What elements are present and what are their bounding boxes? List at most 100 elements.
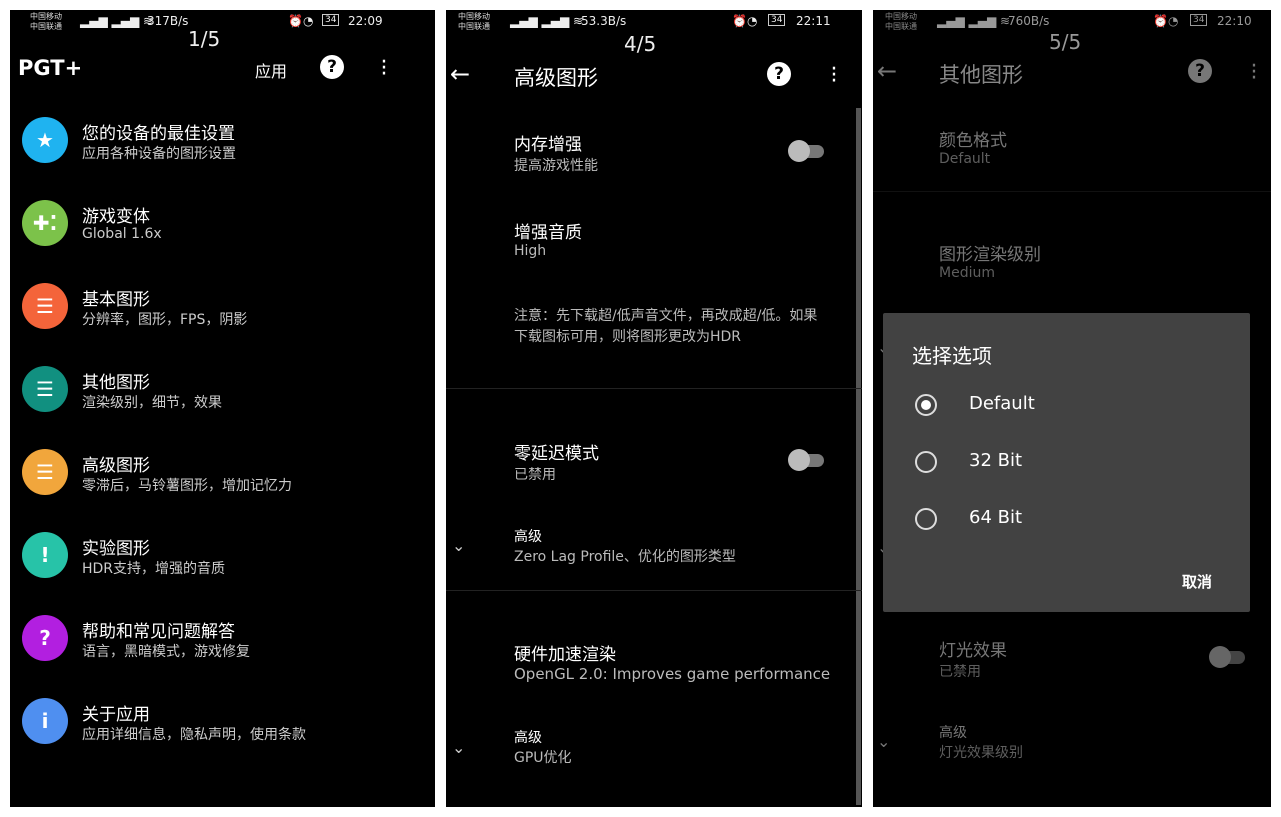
setting-subtitle: High bbox=[514, 243, 547, 259]
page-title: 高级图形 bbox=[514, 66, 598, 90]
scrollbar[interactable] bbox=[856, 108, 861, 805]
menu-item[interactable]: ★ 您的设备的最佳设置 应用各种设备的图形设置 bbox=[22, 117, 422, 177]
carrier-2: 中国联通 bbox=[458, 22, 490, 31]
help-icon[interactable]: ? bbox=[320, 55, 344, 79]
menu-item-subtitle: 语言，黑暗模式，游戏修复 bbox=[82, 644, 250, 660]
more-options-icon[interactable]: · · · bbox=[830, 59, 838, 93]
screen-advanced-graphics: 中国移动 中国联通 ▂▄▆ ▂▄▆ ≋ 53.3B/s ⏰◔ 34 22:11 4… bbox=[446, 10, 862, 807]
menu-item[interactable]: ☰ 基本图形 分辨率，图形，FPS，阴影 bbox=[22, 283, 422, 343]
setting-sound-quality[interactable]: 增强音质 High bbox=[514, 218, 582, 259]
menu-item-subtitle: 应用详细信息，隐私声明，使用条款 bbox=[82, 727, 306, 743]
clock: 22:10 bbox=[1217, 14, 1252, 28]
status-carriers: 中国移动 中国联通 bbox=[30, 12, 62, 32]
apply-button[interactable]: 应用 bbox=[255, 58, 287, 82]
note-text: 注意：先下载超/低声音文件，再改成超/低。如果下载图标可用，则将图形更改为HDR bbox=[514, 308, 818, 345]
menu-item-subtitle: 分辨率，图形，FPS，阴影 bbox=[82, 312, 248, 328]
menu-item-title: 帮助和常见问题解答 bbox=[82, 622, 235, 642]
more-options-icon[interactable]: · · · bbox=[1250, 56, 1258, 90]
setting-title: 灯光效果 bbox=[939, 641, 1007, 661]
radio-32bit[interactable] bbox=[915, 451, 937, 473]
menu-item[interactable]: ☰ 高级图形 零滞后，马铃薯图形，增加记忆力 bbox=[22, 449, 422, 509]
sliders-icon: ☰ bbox=[22, 283, 68, 329]
app-title: PGT+ bbox=[18, 56, 83, 80]
menu-item[interactable]: i 关于应用 应用详细信息，隐私声明，使用条款 bbox=[22, 698, 422, 758]
alarm-icon: ⏰◔ bbox=[288, 14, 314, 28]
setting-title: 零延迟模式 bbox=[514, 444, 599, 464]
menu-item-subtitle: Global 1.6x bbox=[82, 226, 162, 242]
carrier-2: 中国联通 bbox=[30, 22, 62, 31]
chevron-down-icon[interactable]: ⌄ bbox=[877, 732, 890, 751]
option-default[interactable]: Default bbox=[969, 393, 1035, 414]
zero-lag-toggle[interactable] bbox=[788, 449, 826, 471]
setting-subtitle: Default bbox=[939, 151, 991, 167]
signal-wifi-icon: ▂▄▆ ▂▄▆ ≋ bbox=[510, 14, 584, 28]
back-arrow-icon[interactable]: ← bbox=[877, 57, 897, 85]
lighting-toggle[interactable] bbox=[1209, 646, 1247, 668]
help-icon: ? bbox=[22, 615, 68, 661]
setting-color-format[interactable]: 颜色格式 Default bbox=[939, 126, 1007, 167]
battery-icon: 34 bbox=[1190, 14, 1208, 26]
help-icon[interactable]: ? bbox=[1188, 59, 1212, 83]
select-option-dialog: 选择选项 Default 32 Bit 64 Bit 取消 bbox=[883, 313, 1250, 612]
divider bbox=[446, 388, 862, 389]
chevron-down-icon[interactable]: ⌄ bbox=[452, 738, 465, 757]
carrier-1: 中国移动 bbox=[458, 12, 490, 21]
star-icon: ★ bbox=[22, 117, 68, 163]
back-arrow-icon[interactable]: ← bbox=[450, 60, 470, 88]
dialog-title: 选择选项 bbox=[912, 344, 992, 368]
clock: 22:09 bbox=[348, 14, 383, 28]
setting-title: 颜色格式 bbox=[939, 131, 1007, 151]
cancel-button[interactable]: 取消 bbox=[1182, 571, 1212, 592]
setting-advanced-zero-lag[interactable]: 高级 Zero Lag Profile、优化的图形类型 bbox=[514, 526, 736, 566]
menu-item[interactable]: ✚⁚ 游戏变体 Global 1.6x bbox=[22, 200, 422, 260]
setting-subtitle: GPU优化 bbox=[514, 750, 572, 766]
setting-title: 内存增强 bbox=[514, 135, 582, 155]
alert-badge-icon: ! bbox=[22, 532, 68, 578]
setting-title: 硬件加速渲染 bbox=[514, 645, 616, 665]
memory-boost-toggle[interactable] bbox=[788, 140, 826, 162]
sliders-icon: ☰ bbox=[22, 366, 68, 412]
setting-memory-boost[interactable]: 内存增强 提高游戏性能 bbox=[514, 130, 598, 175]
setting-title: 高级 bbox=[514, 730, 542, 746]
radio-default[interactable] bbox=[915, 394, 937, 416]
setting-lighting-level[interactable]: 高级 灯光效果级别 bbox=[939, 722, 1023, 762]
setting-zero-lag[interactable]: 零延迟模式 已禁用 bbox=[514, 439, 599, 484]
setting-hw-acceleration[interactable]: 硬件加速渲染 OpenGL 2.0: Improves game performa… bbox=[514, 640, 830, 683]
alarm-icon: ⏰◔ bbox=[732, 14, 758, 28]
option-32bit[interactable]: 32 Bit bbox=[969, 450, 1022, 471]
menu-item-title: 其他图形 bbox=[82, 373, 150, 393]
setting-lighting[interactable]: 灯光效果 已禁用 bbox=[939, 636, 1007, 681]
menu-item-subtitle: HDR支持，增强的音质 bbox=[82, 561, 226, 577]
help-icon[interactable]: ? bbox=[767, 62, 791, 86]
setting-render-level[interactable]: 图形渲染级别 Medium bbox=[939, 240, 1041, 281]
signal-wifi-icon: ▂▄▆ ▂▄▆ ≋ bbox=[937, 14, 1011, 28]
carrier-1: 中国移动 bbox=[30, 12, 62, 21]
menu-item[interactable]: ? 帮助和常见问题解答 语言，黑暗模式，游戏修复 bbox=[22, 615, 422, 675]
menu-item-title: 高级图形 bbox=[82, 456, 150, 476]
setting-advanced-gpu[interactable]: 高级 GPU优化 bbox=[514, 727, 572, 767]
radio-64bit[interactable] bbox=[915, 508, 937, 530]
menu-item[interactable]: ☰ 其他图形 渲染级别，细节，效果 bbox=[22, 366, 422, 426]
setting-subtitle: Zero Lag Profile、优化的图形类型 bbox=[514, 549, 736, 565]
setting-subtitle: 灯光效果级别 bbox=[939, 745, 1023, 761]
setting-subtitle: Medium bbox=[939, 265, 995, 281]
alarm-icon: ⏰◔ bbox=[1153, 14, 1179, 28]
menu-item-subtitle: 零滞后，马铃薯图形，增加记忆力 bbox=[82, 478, 292, 494]
divider bbox=[873, 191, 1271, 192]
menu-item-subtitle: 应用各种设备的图形设置 bbox=[82, 146, 236, 162]
chevron-down-icon[interactable]: ⌄ bbox=[452, 536, 465, 555]
menu-item-title: 您的设备的最佳设置 bbox=[82, 124, 235, 144]
page-indicator: 4/5 bbox=[624, 32, 657, 56]
screen-other-graphics: 中国移动 中国联通 ▂▄▆ ▂▄▆ ≋ 760B/s ⏰◔ 34 22:10 5/… bbox=[873, 10, 1271, 807]
menu-item[interactable]: ! 实验图形 HDR支持，增强的音质 bbox=[22, 532, 422, 592]
clock: 22:11 bbox=[796, 14, 831, 28]
sliders-icon: ☰ bbox=[22, 449, 68, 495]
option-64bit[interactable]: 64 Bit bbox=[969, 507, 1022, 528]
battery-icon: 34 bbox=[768, 14, 786, 26]
menu-item-title: 基本图形 bbox=[82, 290, 150, 310]
more-options-icon[interactable]: · · · bbox=[380, 52, 388, 86]
setting-subtitle: OpenGL 2.0: Improves game performance bbox=[514, 665, 831, 683]
status-carriers: 中国移动 中国联通 bbox=[885, 12, 917, 32]
setting-title: 高级 bbox=[939, 725, 967, 741]
menu-item-subtitle: 渲染级别，细节，效果 bbox=[82, 395, 222, 411]
